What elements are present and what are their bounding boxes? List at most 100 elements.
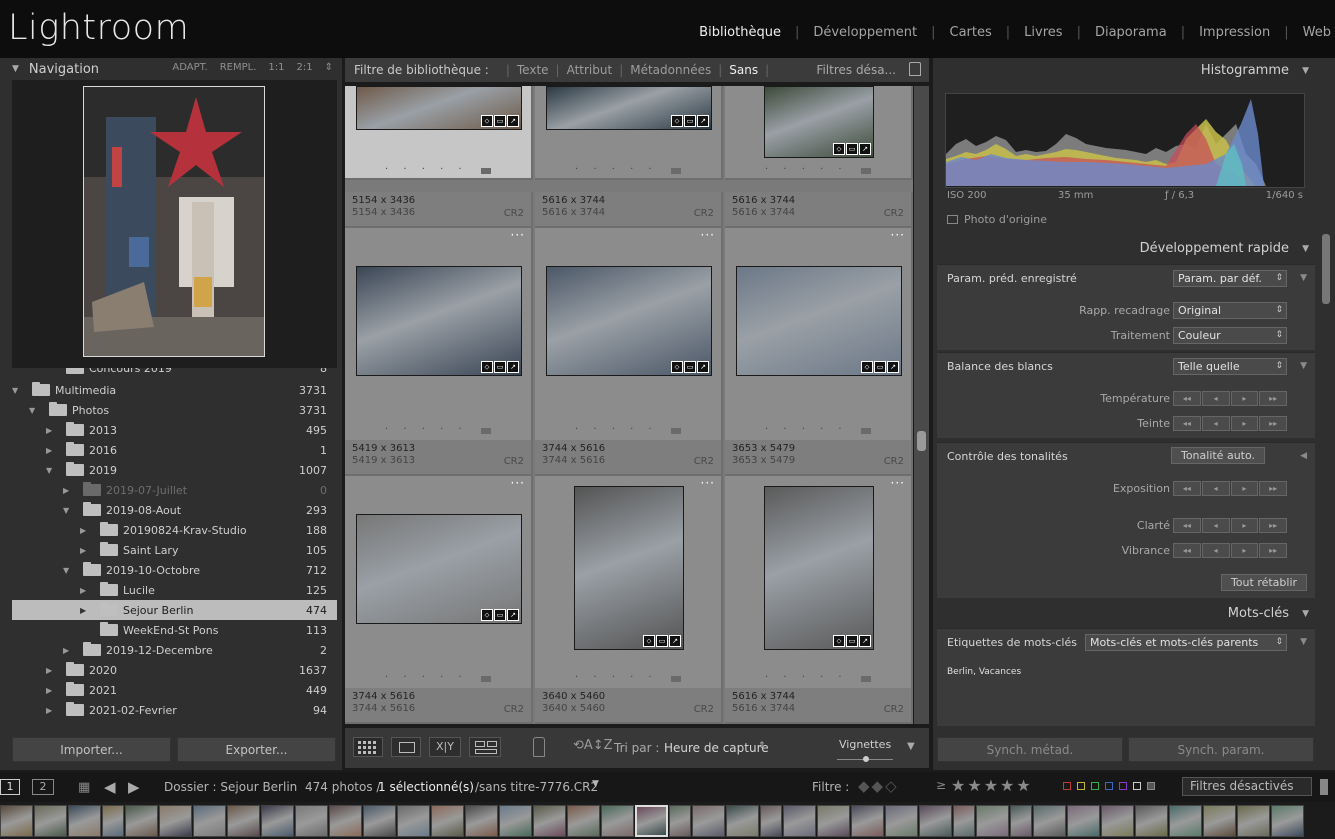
zoom-option-3[interactable]: 2:1 — [297, 62, 313, 73]
folder-row[interactable]: ▼ 2019 1007 — [12, 460, 337, 480]
filmstrip-thumbnail[interactable] — [227, 805, 260, 837]
zoom-more-chevron-icon[interactable]: ⇕ — [325, 62, 333, 73]
filmstrip-thumbnail[interactable] — [1203, 805, 1236, 837]
expand-triangle-icon[interactable]: ▼ — [1300, 273, 1307, 283]
folder-row[interactable]: ▼ 2019-10-Octobre 712 — [12, 560, 337, 580]
filmstrip-thumbnail[interactable] — [295, 805, 328, 837]
step-down[interactable]: ◂ — [1201, 518, 1230, 533]
step-down[interactable]: ◂ — [1201, 481, 1230, 496]
zoom-option-1[interactable]: REMPL. — [220, 62, 257, 73]
folder-row[interactable]: ▶ 2021-02-Fevrier 94 — [12, 700, 337, 720]
grid-cell[interactable]: ⬦ ▭ ↗ · · · · · — [535, 86, 723, 180]
filmstrip-thumbnail[interactable] — [817, 805, 850, 837]
white-balance-select[interactable]: Telle quelle — [1173, 358, 1287, 375]
grid-thumbnail[interactable]: ⬦ ▭ ↗ — [546, 86, 712, 130]
collapsed-triangle-icon[interactable]: ▶ — [46, 686, 52, 695]
filmstrip-thumbnail[interactable] — [465, 805, 498, 837]
filmstrip-thumbnail[interactable] — [261, 805, 294, 837]
no-label-icon[interactable] — [1147, 782, 1155, 790]
exposure-steppers[interactable]: ◂◂ ◂ ▸ ▸▸ — [1173, 481, 1287, 496]
collapsed-triangle-icon[interactable]: ▶ — [80, 546, 86, 555]
filmstrip-thumbnail[interactable] — [329, 805, 362, 837]
filmstrip-thumbnail[interactable] — [68, 805, 101, 837]
navigator-preview[interactable] — [12, 80, 337, 368]
module-6[interactable]: Web — [1303, 25, 1331, 40]
step-up[interactable]: ▸ — [1230, 481, 1259, 496]
rating-filter-stars[interactable]: ★★★★★ — [951, 776, 1033, 795]
histogram[interactable] — [945, 93, 1305, 188]
export-button[interactable]: Exporter... — [177, 737, 336, 762]
filmstrip-thumbnail[interactable] — [953, 805, 975, 837]
module-1[interactable]: Développement — [813, 25, 917, 40]
compare-view-icon[interactable]: X|Y — [429, 737, 461, 757]
collapsed-triangle-icon[interactable]: ▶ — [63, 646, 69, 655]
keywords-value[interactable]: Berlin, Vacances — [947, 667, 1021, 677]
filmstrip-thumbnail[interactable] — [34, 805, 67, 837]
original-photo-toggle[interactable]: Photo d'origine — [947, 213, 1047, 226]
collapse-triangle-icon[interactable]: ▼ — [1302, 60, 1309, 82]
back-arrow-icon[interactable]: ◀ — [104, 778, 116, 796]
filmstrip-thumbnail[interactable] — [1101, 805, 1134, 837]
forward-arrow-icon[interactable]: ▶ — [128, 778, 140, 796]
rating-dots[interactable]: · · · · · — [575, 164, 658, 175]
folder-row[interactable]: ▶ 2020 1637 — [12, 660, 337, 680]
rating-dots[interactable]: · · · · · — [385, 164, 468, 175]
flag-filter-icons[interactable]: ◆◆◇ — [858, 777, 899, 795]
collapse-triangle-icon[interactable]: ▼ — [1302, 603, 1309, 625]
rating-dots[interactable]: · · · · · — [385, 424, 468, 435]
step-down-large[interactable]: ◂◂ — [1173, 518, 1201, 533]
grid-cell[interactable]: ⬦ ▭ ↗ ··· · · · · · — [535, 228, 723, 474]
treatment-select[interactable]: Couleur — [1173, 327, 1287, 344]
collapsed-triangle-icon[interactable]: ▶ — [46, 706, 52, 715]
filmstrip-thumbnail[interactable] — [431, 805, 464, 837]
rating-dots[interactable]: · · · · · — [575, 424, 658, 435]
filmstrip-thumbnail[interactable] — [363, 805, 396, 837]
flag-marker[interactable] — [861, 428, 871, 434]
filmstrip-thumbnail[interactable] — [1237, 805, 1270, 837]
step-up-large[interactable]: ▸▸ — [1259, 416, 1287, 431]
folder-row[interactable]: ▶ 2021 449 — [12, 680, 337, 700]
collapse-triangle-icon[interactable]: ▼ — [12, 64, 19, 74]
collapsed-triangle-icon[interactable]: ▶ — [63, 486, 69, 495]
grid-cell[interactable]: ⬦ ▭ ↗ · · · · · — [345, 86, 533, 180]
sort-direction-icon[interactable]: ⟲A↕Z — [573, 738, 613, 753]
grid-thumbnail[interactable]: ⬦ ▭ ↗ — [356, 266, 522, 376]
folder-row[interactable]: ▶ Sejour Berlin 474 — [12, 600, 337, 620]
filmstrip-thumbnail[interactable] — [885, 805, 918, 837]
grid-cell[interactable]: ⬦ ▭ ↗ ··· · · · · · — [345, 228, 533, 474]
collapsed-triangle-icon[interactable]: ▶ — [80, 526, 86, 535]
more-options-icon[interactable]: ··· — [511, 228, 525, 242]
filename-chevron-icon[interactable]: ▼ — [592, 779, 599, 789]
module-5[interactable]: Impression — [1199, 25, 1270, 40]
grid-cell[interactable]: ⬦ ▭ ↗ ··· · · · · · — [345, 476, 533, 722]
keywords-header[interactable]: Mots-clés ▼ — [937, 603, 1315, 625]
keyword-tags-select[interactable]: Mots-clés et mots-clés parents — [1085, 634, 1287, 651]
folder-row[interactable]: ▶ Saint Lary 105 — [12, 540, 337, 560]
lock-icon[interactable] — [909, 62, 921, 76]
slider-knob[interactable] — [863, 756, 869, 762]
vibrance-steppers[interactable]: ◂◂ ◂ ▸ ▸▸ — [1173, 543, 1287, 558]
rating-dots[interactable]: · · · · · — [765, 164, 848, 175]
collapse-triangle-icon[interactable]: ▼ — [1302, 238, 1309, 260]
blue-label-icon[interactable] — [1105, 782, 1113, 790]
flag-marker[interactable] — [861, 676, 871, 682]
module-2[interactable]: Cartes — [950, 25, 992, 40]
filmstrip-thumbnail[interactable] — [1169, 805, 1202, 837]
grid-thumbnail[interactable]: ⬦ ▭ ↗ — [356, 514, 522, 624]
grid-thumbnail[interactable]: ⬦ ▭ ↗ — [546, 266, 712, 376]
step-up-large[interactable]: ▸▸ — [1259, 391, 1287, 406]
folder-row[interactable]: ▶ 2016 1 — [12, 440, 337, 460]
flag-marker[interactable] — [481, 676, 491, 682]
more-options-icon[interactable]: ··· — [891, 476, 905, 490]
reset-all-button[interactable]: Tout rétablir — [1221, 574, 1307, 591]
filmstrip-thumbnail[interactable] — [567, 805, 600, 837]
grid-cell[interactable]: ⬦ ▭ ↗ ··· · · · · · — [725, 228, 913, 474]
filmstrip-thumbnail[interactable] — [783, 805, 816, 837]
flag-marker[interactable] — [671, 676, 681, 682]
navigator-header[interactable]: ▼ Navigation ADAPT. REMPL. 1:1 2:1 ⇕ — [12, 58, 337, 80]
grid-cell[interactable]: ⬦ ▭ ↗ · · · · · — [725, 86, 913, 180]
yellow-label-icon[interactable] — [1077, 782, 1085, 790]
filmstrip-thumbnail[interactable] — [726, 805, 759, 837]
step-down-large[interactable]: ◂◂ — [1173, 543, 1201, 558]
zoom-option-2[interactable]: 1:1 — [268, 62, 284, 73]
